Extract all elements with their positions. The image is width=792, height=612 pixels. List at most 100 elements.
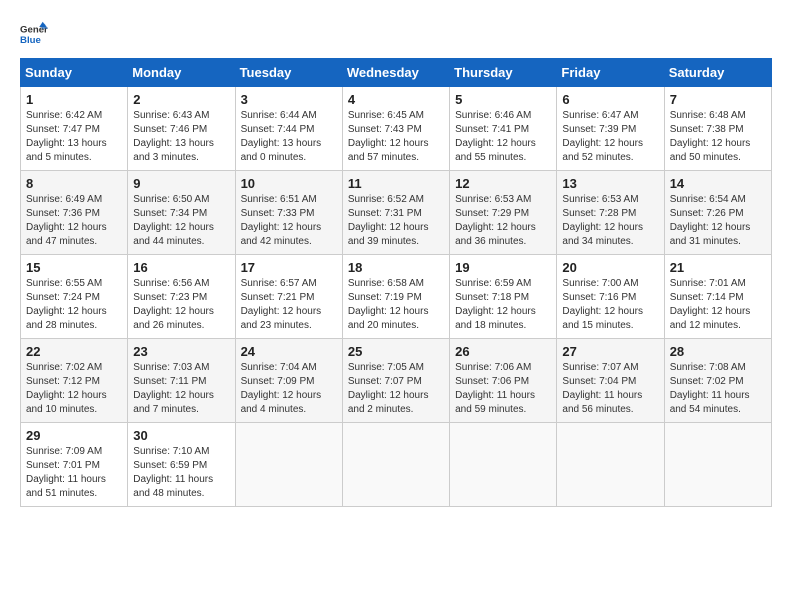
day-number: 9 bbox=[133, 176, 229, 191]
day-cell bbox=[235, 423, 342, 507]
day-info: Sunrise: 7:01 AMSunset: 7:14 PMDaylight:… bbox=[670, 277, 766, 333]
page-header: General Blue bbox=[20, 20, 772, 48]
day-info: Sunrise: 6:55 AMSunset: 7:24 PMDaylight:… bbox=[26, 277, 122, 333]
day-info: Sunrise: 7:08 AMSunset: 7:02 PMDaylight:… bbox=[670, 361, 766, 417]
day-cell: 1 Sunrise: 6:42 AMSunset: 7:47 PMDayligh… bbox=[21, 87, 128, 171]
day-info: Sunrise: 6:52 AMSunset: 7:31 PMDaylight:… bbox=[348, 193, 444, 249]
day-info: Sunrise: 6:46 AMSunset: 7:41 PMDaylight:… bbox=[455, 109, 551, 165]
day-info: Sunrise: 6:59 AMSunset: 7:18 PMDaylight:… bbox=[455, 277, 551, 333]
day-number: 17 bbox=[241, 260, 337, 275]
day-number: 19 bbox=[455, 260, 551, 275]
weekday-header-monday: Monday bbox=[128, 59, 235, 87]
day-number: 29 bbox=[26, 428, 122, 443]
day-info: Sunrise: 6:47 AMSunset: 7:39 PMDaylight:… bbox=[562, 109, 658, 165]
day-number: 1 bbox=[26, 92, 122, 107]
day-info: Sunrise: 6:54 AMSunset: 7:26 PMDaylight:… bbox=[670, 193, 766, 249]
day-cell: 21 Sunrise: 7:01 AMSunset: 7:14 PMDaylig… bbox=[664, 255, 771, 339]
weekday-header-thursday: Thursday bbox=[450, 59, 557, 87]
day-info: Sunrise: 6:56 AMSunset: 7:23 PMDaylight:… bbox=[133, 277, 229, 333]
calendar-body: 1 Sunrise: 6:42 AMSunset: 7:47 PMDayligh… bbox=[21, 87, 772, 507]
day-cell: 22 Sunrise: 7:02 AMSunset: 7:12 PMDaylig… bbox=[21, 339, 128, 423]
day-number: 28 bbox=[670, 344, 766, 359]
day-info: Sunrise: 6:58 AMSunset: 7:19 PMDaylight:… bbox=[348, 277, 444, 333]
day-info: Sunrise: 6:57 AMSunset: 7:21 PMDaylight:… bbox=[241, 277, 337, 333]
day-cell: 20 Sunrise: 7:00 AMSunset: 7:16 PMDaylig… bbox=[557, 255, 664, 339]
day-number: 15 bbox=[26, 260, 122, 275]
day-number: 18 bbox=[348, 260, 444, 275]
weekday-header-row: SundayMondayTuesdayWednesdayThursdayFrid… bbox=[21, 59, 772, 87]
day-cell: 17 Sunrise: 6:57 AMSunset: 7:21 PMDaylig… bbox=[235, 255, 342, 339]
day-info: Sunrise: 7:09 AMSunset: 7:01 PMDaylight:… bbox=[26, 445, 122, 501]
day-number: 16 bbox=[133, 260, 229, 275]
day-info: Sunrise: 6:44 AMSunset: 7:44 PMDaylight:… bbox=[241, 109, 337, 165]
day-cell: 6 Sunrise: 6:47 AMSunset: 7:39 PMDayligh… bbox=[557, 87, 664, 171]
day-info: Sunrise: 6:42 AMSunset: 7:47 PMDaylight:… bbox=[26, 109, 122, 165]
day-cell: 9 Sunrise: 6:50 AMSunset: 7:34 PMDayligh… bbox=[128, 171, 235, 255]
day-number: 27 bbox=[562, 344, 658, 359]
day-cell: 24 Sunrise: 7:04 AMSunset: 7:09 PMDaylig… bbox=[235, 339, 342, 423]
day-number: 23 bbox=[133, 344, 229, 359]
day-cell bbox=[664, 423, 771, 507]
day-info: Sunrise: 7:05 AMSunset: 7:07 PMDaylight:… bbox=[348, 361, 444, 417]
day-number: 12 bbox=[455, 176, 551, 191]
day-cell: 3 Sunrise: 6:44 AMSunset: 7:44 PMDayligh… bbox=[235, 87, 342, 171]
day-number: 13 bbox=[562, 176, 658, 191]
day-number: 2 bbox=[133, 92, 229, 107]
day-number: 14 bbox=[670, 176, 766, 191]
day-cell: 23 Sunrise: 7:03 AMSunset: 7:11 PMDaylig… bbox=[128, 339, 235, 423]
day-cell: 29 Sunrise: 7:09 AMSunset: 7:01 PMDaylig… bbox=[21, 423, 128, 507]
svg-text:Blue: Blue bbox=[20, 35, 41, 46]
week-row-1: 1 Sunrise: 6:42 AMSunset: 7:47 PMDayligh… bbox=[21, 87, 772, 171]
day-number: 30 bbox=[133, 428, 229, 443]
day-number: 24 bbox=[241, 344, 337, 359]
day-cell: 26 Sunrise: 7:06 AMSunset: 7:06 PMDaylig… bbox=[450, 339, 557, 423]
week-row-2: 8 Sunrise: 6:49 AMSunset: 7:36 PMDayligh… bbox=[21, 171, 772, 255]
day-cell: 25 Sunrise: 7:05 AMSunset: 7:07 PMDaylig… bbox=[342, 339, 449, 423]
weekday-header-tuesday: Tuesday bbox=[235, 59, 342, 87]
day-cell: 10 Sunrise: 6:51 AMSunset: 7:33 PMDaylig… bbox=[235, 171, 342, 255]
weekday-header-wednesday: Wednesday bbox=[342, 59, 449, 87]
day-info: Sunrise: 6:43 AMSunset: 7:46 PMDaylight:… bbox=[133, 109, 229, 165]
day-cell: 18 Sunrise: 6:58 AMSunset: 7:19 PMDaylig… bbox=[342, 255, 449, 339]
day-number: 26 bbox=[455, 344, 551, 359]
day-info: Sunrise: 6:49 AMSunset: 7:36 PMDaylight:… bbox=[26, 193, 122, 249]
day-cell: 28 Sunrise: 7:08 AMSunset: 7:02 PMDaylig… bbox=[664, 339, 771, 423]
day-number: 21 bbox=[670, 260, 766, 275]
day-info: Sunrise: 6:51 AMSunset: 7:33 PMDaylight:… bbox=[241, 193, 337, 249]
week-row-5: 29 Sunrise: 7:09 AMSunset: 7:01 PMDaylig… bbox=[21, 423, 772, 507]
day-number: 4 bbox=[348, 92, 444, 107]
day-number: 3 bbox=[241, 92, 337, 107]
weekday-header-friday: Friday bbox=[557, 59, 664, 87]
day-cell: 16 Sunrise: 6:56 AMSunset: 7:23 PMDaylig… bbox=[128, 255, 235, 339]
day-info: Sunrise: 6:53 AMSunset: 7:29 PMDaylight:… bbox=[455, 193, 551, 249]
day-number: 22 bbox=[26, 344, 122, 359]
day-cell: 12 Sunrise: 6:53 AMSunset: 7:29 PMDaylig… bbox=[450, 171, 557, 255]
week-row-4: 22 Sunrise: 7:02 AMSunset: 7:12 PMDaylig… bbox=[21, 339, 772, 423]
day-cell: 27 Sunrise: 7:07 AMSunset: 7:04 PMDaylig… bbox=[557, 339, 664, 423]
day-cell bbox=[342, 423, 449, 507]
week-row-3: 15 Sunrise: 6:55 AMSunset: 7:24 PMDaylig… bbox=[21, 255, 772, 339]
weekday-header-sunday: Sunday bbox=[21, 59, 128, 87]
day-number: 11 bbox=[348, 176, 444, 191]
day-cell: 15 Sunrise: 6:55 AMSunset: 7:24 PMDaylig… bbox=[21, 255, 128, 339]
day-info: Sunrise: 6:53 AMSunset: 7:28 PMDaylight:… bbox=[562, 193, 658, 249]
day-info: Sunrise: 6:50 AMSunset: 7:34 PMDaylight:… bbox=[133, 193, 229, 249]
day-cell: 4 Sunrise: 6:45 AMSunset: 7:43 PMDayligh… bbox=[342, 87, 449, 171]
day-cell: 5 Sunrise: 6:46 AMSunset: 7:41 PMDayligh… bbox=[450, 87, 557, 171]
day-number: 7 bbox=[670, 92, 766, 107]
logo: General Blue bbox=[20, 20, 48, 48]
day-info: Sunrise: 7:10 AMSunset: 6:59 PMDaylight:… bbox=[133, 445, 229, 501]
day-info: Sunrise: 7:03 AMSunset: 7:11 PMDaylight:… bbox=[133, 361, 229, 417]
day-number: 10 bbox=[241, 176, 337, 191]
day-number: 8 bbox=[26, 176, 122, 191]
day-cell bbox=[450, 423, 557, 507]
day-info: Sunrise: 7:06 AMSunset: 7:06 PMDaylight:… bbox=[455, 361, 551, 417]
day-cell: 14 Sunrise: 6:54 AMSunset: 7:26 PMDaylig… bbox=[664, 171, 771, 255]
calendar-table: SundayMondayTuesdayWednesdayThursdayFrid… bbox=[20, 58, 772, 507]
day-cell: 8 Sunrise: 6:49 AMSunset: 7:36 PMDayligh… bbox=[21, 171, 128, 255]
day-cell: 2 Sunrise: 6:43 AMSunset: 7:46 PMDayligh… bbox=[128, 87, 235, 171]
day-cell: 30 Sunrise: 7:10 AMSunset: 6:59 PMDaylig… bbox=[128, 423, 235, 507]
day-number: 5 bbox=[455, 92, 551, 107]
weekday-header-saturday: Saturday bbox=[664, 59, 771, 87]
day-info: Sunrise: 6:48 AMSunset: 7:38 PMDaylight:… bbox=[670, 109, 766, 165]
